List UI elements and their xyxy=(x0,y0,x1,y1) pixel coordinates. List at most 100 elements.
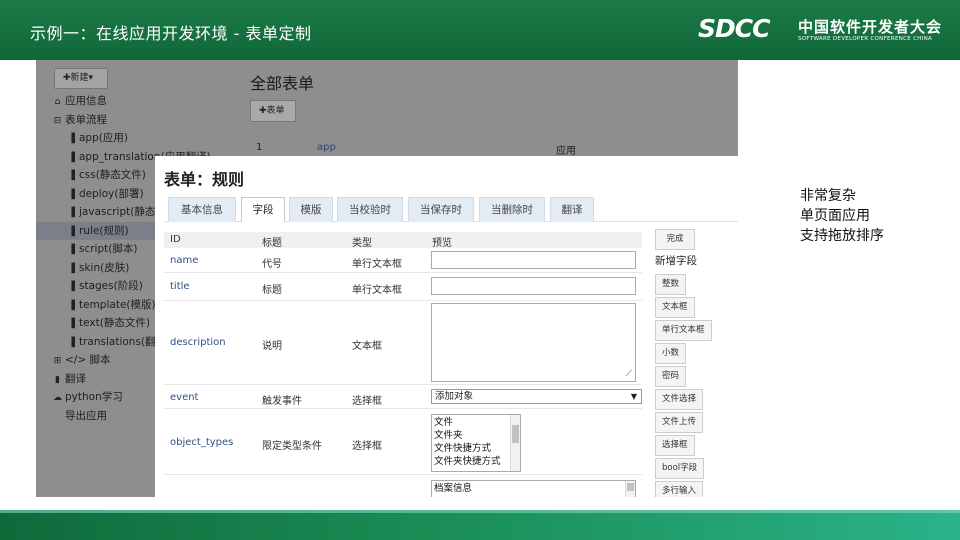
tab-on-validate[interactable]: 当校验时 xyxy=(337,197,403,222)
preview-textarea[interactable]: ⟋ xyxy=(431,303,636,382)
add-bool-field-button[interactable]: bool字段 xyxy=(655,458,705,479)
field-type: 选择框 xyxy=(352,396,382,407)
add-select-field-button[interactable]: 选择框 xyxy=(655,435,695,456)
new-field-label: 新增字段 xyxy=(655,255,697,267)
field-title: 说明 xyxy=(262,341,282,352)
sidebar-tree-label: script(脚本) xyxy=(79,243,138,255)
col-type: 类型 xyxy=(352,238,372,249)
tab-fields[interactable]: 字段 xyxy=(241,197,285,222)
field-id[interactable]: name xyxy=(170,255,198,266)
add-integer-field-button[interactable]: 整数 xyxy=(655,274,687,295)
sidebar-tree-label: translations(翻 xyxy=(79,335,156,348)
table-row[interactable]: description 说明 文本框 ⟋ xyxy=(164,301,642,385)
all-forms-title: 全部表单 xyxy=(250,74,315,93)
field-type: 文本框 xyxy=(352,341,382,352)
done-button[interactable]: 完成 xyxy=(655,229,695,250)
sdcc-logo: SDCC 中国软件开发者大会 SOFTWARE DEVELOPER CONFER… xyxy=(698,14,943,46)
sidebar-tree-item[interactable]: ▐ app(应用) xyxy=(52,129,211,148)
list-scrollbar[interactable] xyxy=(625,481,635,497)
field-type: 单行文本框 xyxy=(352,285,402,296)
sidebar-tree-item[interactable]: ⌂ 应用信息 xyxy=(52,92,211,111)
preview-select[interactable]: 添加对象 ▼ xyxy=(431,389,642,404)
logo-cn-text: 中国软件开发者大会 xyxy=(798,18,943,36)
add-file-upload-field-button[interactable]: 文件上传 xyxy=(655,412,704,433)
preview-text-input[interactable] xyxy=(431,251,636,269)
sidebar-tree-label: 应用信息 xyxy=(65,95,107,107)
cloud-icon: ☁ xyxy=(53,393,62,403)
file-icon: ▐ xyxy=(68,319,75,329)
list-scrollbar[interactable] xyxy=(510,415,520,471)
field-id[interactable]: description xyxy=(170,337,226,348)
new-button[interactable]: ✚新建▾ xyxy=(54,68,108,89)
sidebar-tree-label: app(应用) xyxy=(79,132,128,144)
caret-down-icon: ▼ xyxy=(630,392,637,401)
list-option[interactable]: 文件快捷方式 xyxy=(434,442,518,455)
sidebar-tree-label: text(静态文件) xyxy=(79,317,150,329)
note-line: 单页面应用 xyxy=(800,208,870,224)
resize-grip-icon[interactable]: ⟋ xyxy=(626,369,632,379)
table-row[interactable]: event 触发事件 选择框 添加对象 ▼ xyxy=(164,385,642,409)
sidebar-tree-item[interactable]: ⊟ 表单流程 xyxy=(52,111,211,130)
file-icon: ▐ xyxy=(68,282,75,292)
note-line: 支持拖放排序 xyxy=(800,228,884,244)
preview-multiselect[interactable]: 档案信息 xyxy=(431,480,636,497)
add-decimal-field-button[interactable]: 小数 xyxy=(655,343,687,364)
sidebar-tree-label: </> 脚本 xyxy=(65,354,111,366)
field-id[interactable]: event xyxy=(170,392,198,403)
collapse-folder-icon: ⊟ xyxy=(53,115,62,126)
add-password-field-button[interactable]: 密码 xyxy=(655,366,687,387)
table-row[interactable]: object_types 限定类型条件 选择框 文件 文件夹 文件快捷方式 文件… xyxy=(164,409,642,475)
col-preview: 预览 xyxy=(432,238,452,249)
form-link-app[interactable]: app xyxy=(317,142,336,153)
field-type: 选择框 xyxy=(352,441,382,452)
note-line: 非常复杂 xyxy=(800,188,856,204)
slide-header: 示例一：在线应用开发环境 - 表单定制 SDCC 中国软件开发者大会 SOFTW… xyxy=(0,0,960,60)
list-option[interactable]: 文件 xyxy=(434,416,518,429)
sidebar-tree-item[interactable]: ▐ rule(规则) xyxy=(36,221,156,240)
file-icon: ▐ xyxy=(68,263,75,274)
sidebar-tree-label: python学习 xyxy=(65,391,123,403)
field-type: 单行文本框 xyxy=(352,259,402,270)
tab-bar: 基本信息 字段 模版 当校验时 当保存时 当删除时 翻译 xyxy=(165,197,738,222)
sidebar-tree-label: 翻译 xyxy=(65,372,86,385)
select-value: 添加对象 xyxy=(435,391,474,402)
add-textarea-field-button[interactable]: 文本框 xyxy=(655,297,695,318)
preview-multiselect[interactable]: 文件 文件夹 文件快捷方式 文件夹快捷方式 xyxy=(431,414,521,472)
field-title: 代号 xyxy=(262,259,282,270)
sidebar-tree-label: 表单流程 xyxy=(65,113,107,126)
list-option[interactable]: 文件夹快捷方式 xyxy=(434,455,518,468)
col-id: ID xyxy=(170,234,181,245)
add-multiline-field-button[interactable]: 多行输入 xyxy=(655,481,704,497)
form-editor-dialog: 表单：规则 基本信息 字段 模版 当校验时 当保存时 当删除时 翻译 ID 标题… xyxy=(155,156,738,497)
tab-translate[interactable]: 翻译 xyxy=(550,197,594,222)
fields-table-header: ID 标题 类型 预览 xyxy=(164,232,642,249)
home-icon: ⌂ xyxy=(54,97,61,107)
expand-folder-icon: ⊞ xyxy=(53,356,62,366)
add-form-button[interactable]: ✚表单 xyxy=(250,100,296,122)
list-option[interactable]: 文件夹 xyxy=(434,429,518,442)
file-icon: ▐ xyxy=(68,300,75,311)
preview-text-input[interactable] xyxy=(431,277,636,295)
table-row[interactable]: title 标题 单行文本框 xyxy=(164,273,642,301)
dialog-title: 表单：规则 xyxy=(164,170,245,189)
table-row[interactable]: name 代号 单行文本框 xyxy=(164,248,642,273)
slide-footer xyxy=(0,510,960,540)
list-option[interactable]: 档案信息 xyxy=(434,482,633,495)
file-icon: ▐ xyxy=(68,208,75,218)
field-id[interactable]: title xyxy=(170,281,190,292)
tab-basic-info[interactable]: 基本信息 xyxy=(168,197,236,222)
sidebar-tree-label: deploy(部署) xyxy=(79,187,144,200)
field-id[interactable]: object_types xyxy=(170,437,233,448)
slide-title: 示例一：在线应用开发环境 - 表单定制 xyxy=(30,24,312,43)
sidebar-tree-label: rule(规则) xyxy=(79,224,129,237)
logo-en-text: SOFTWARE DEVELOPER CONFERENCE CHINA xyxy=(798,36,933,42)
sidebar-tree-label: stages(阶段) xyxy=(79,280,143,292)
sidebar-tree-label: skin(皮肤) xyxy=(79,261,130,274)
tab-template[interactable]: 模版 xyxy=(289,197,333,222)
tab-on-delete[interactable]: 当删除时 xyxy=(479,197,545,222)
table-row[interactable]: 档案信息 xyxy=(164,475,642,497)
mic-icon: ▮ xyxy=(55,374,60,385)
add-textline-field-button[interactable]: 单行文本框 xyxy=(655,320,712,341)
tab-on-save[interactable]: 当保存时 xyxy=(408,197,474,222)
add-file-select-field-button[interactable]: 文件选择 xyxy=(655,389,704,410)
